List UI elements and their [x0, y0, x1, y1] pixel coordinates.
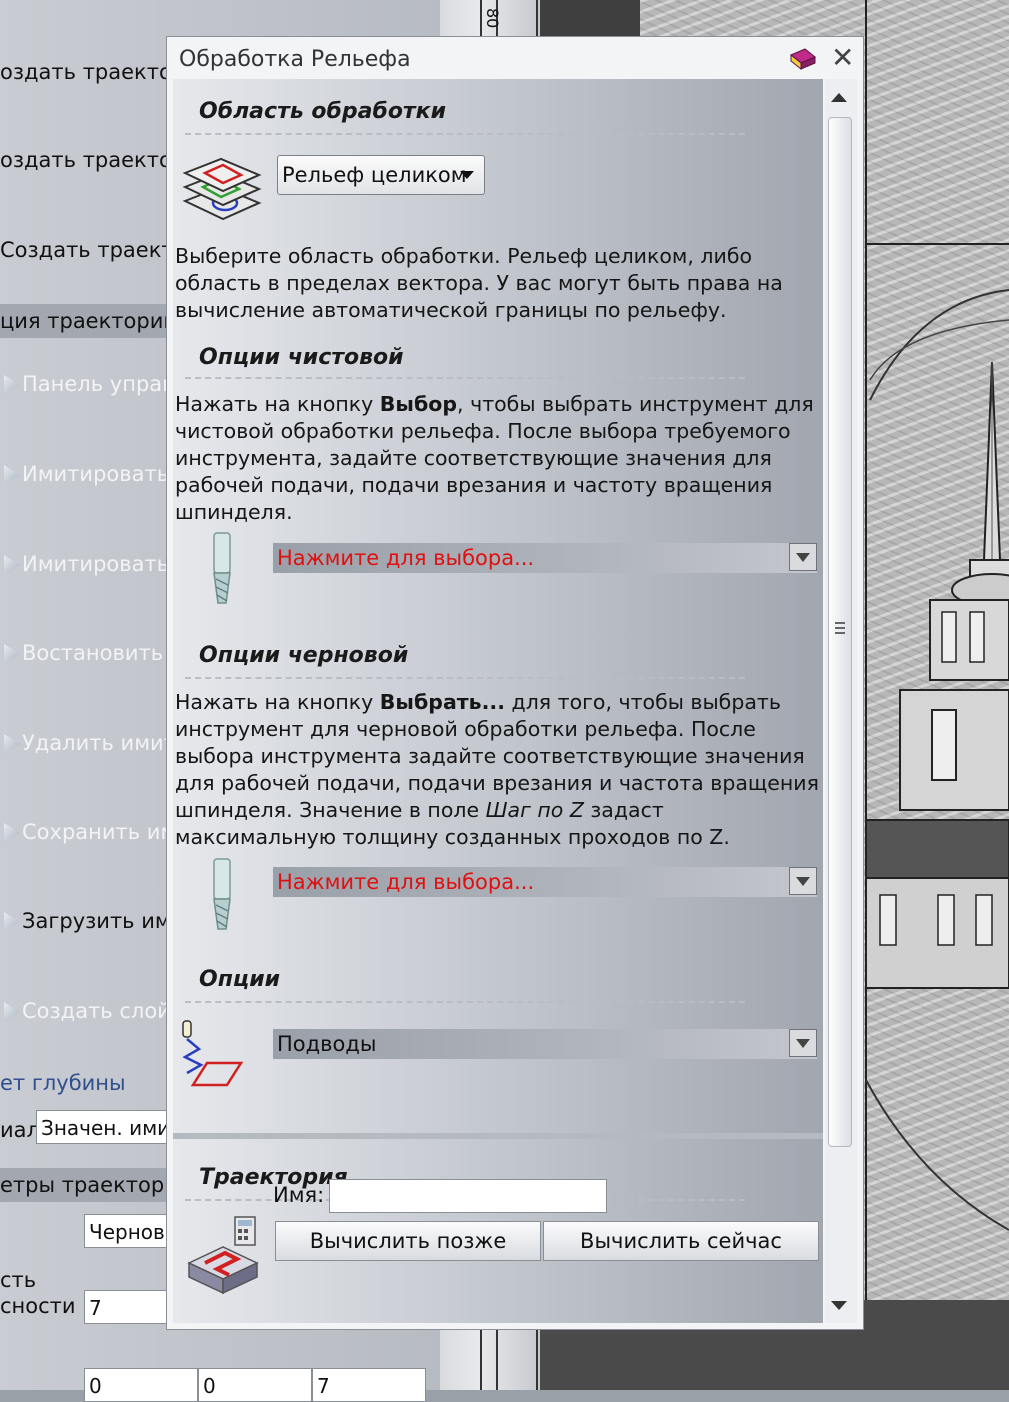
close-icon[interactable]: ✕	[831, 43, 854, 73]
layer-icon	[4, 1002, 20, 1022]
toolpath-name-field[interactable]: Чернова	[84, 1214, 170, 1248]
toolpath-params-header[interactable]: етры траектори	[0, 1168, 178, 1202]
rough-text: Нажать на кнопку	[175, 690, 380, 714]
create-toolpath-item-1[interactable]: оздать траекто	[0, 60, 172, 84]
simulate-toolpath-item[interactable]: Имитировать т	[4, 462, 188, 486]
ruler-label: 80	[483, 8, 502, 29]
finish-tool-select[interactable]: Нажмите для выбора...	[273, 543, 817, 573]
finish-description: Нажать на кнопку Выбор, чтобы выбрать ин…	[175, 391, 821, 526]
item-label: Имитировать т	[22, 462, 189, 486]
separator	[185, 1001, 745, 1003]
separator	[185, 377, 745, 379]
item-label: Создать слой	[22, 999, 171, 1023]
accuracy-field[interactable]: 7	[84, 1290, 170, 1324]
item-label: Востановить и	[22, 641, 184, 665]
chevron-down-icon	[460, 171, 474, 179]
area-select-value: Рельеф целиком	[282, 163, 467, 187]
simulate-icon	[4, 465, 20, 485]
restore-item[interactable]: Востановить и	[4, 641, 183, 665]
dialog-scrollbar[interactable]	[825, 79, 857, 1323]
coord-z-field[interactable]: 7	[312, 1368, 426, 1402]
item-label: Панель управл	[22, 372, 188, 396]
create-toolpath-item-3[interactable]: Создать траекто	[0, 238, 186, 262]
coord-x-field[interactable]: 0	[84, 1368, 198, 1402]
save-icon	[4, 823, 20, 843]
rough-tool-select[interactable]: Нажмите для выбора...	[273, 867, 817, 897]
endmill-tool-icon	[213, 532, 231, 604]
chevron-down-icon[interactable]	[789, 867, 817, 895]
area-layers-icon	[182, 157, 262, 221]
simulate-all-item[interactable]: Имитировать в	[4, 552, 188, 576]
separator	[185, 133, 745, 135]
leadin-ramp-icon	[182, 1020, 244, 1087]
load-simulation-item[interactable]: Загрузить ими	[4, 909, 184, 933]
endmill-tool-icon	[213, 858, 231, 930]
toolpath-name-input[interactable]	[329, 1179, 607, 1213]
panel-icon	[4, 375, 20, 395]
leadin-value: Подводы	[277, 1032, 377, 1056]
rough-section-title: Опции черновой	[199, 643, 409, 668]
depth-calc-link[interactable]: ет глубины	[0, 1071, 126, 1095]
item-label: Сохранить им	[22, 820, 177, 844]
toolpath-name-label: Имя:	[273, 1183, 325, 1207]
item-label: Удалить имит	[22, 731, 176, 755]
rough-bold: Выбрать...	[379, 690, 505, 714]
create-toolpath-item-2[interactable]: оздать траекто	[0, 148, 172, 172]
material-select[interactable]: Значен. имит	[36, 1110, 170, 1144]
section-divider	[173, 1133, 823, 1139]
dialog-content: Область обработки Рельеф целиком Выберит…	[173, 79, 823, 1323]
calculate-now-button[interactable]: Вычислить сейчас	[543, 1221, 819, 1261]
area-section-title: Область обработки	[199, 99, 447, 124]
toolpath-operations-header[interactable]: ция траектории	[0, 304, 177, 338]
delete-icon	[4, 734, 20, 754]
book-icon[interactable]	[789, 47, 817, 71]
create-layer-item[interactable]: Создать слой	[4, 999, 171, 1023]
accuracy-label-2: сности	[0, 1294, 76, 1318]
area-description: Выберите область обработки. Рельеф целик…	[175, 244, 783, 322]
item-label: Создать траекто	[0, 238, 187, 262]
rough-tool-prompt: Нажмите для выбора...	[277, 870, 535, 894]
toolpath-calc-icon	[187, 1216, 259, 1295]
separator	[185, 677, 745, 679]
finish-text: Нажать на кнопку	[175, 392, 380, 416]
scroll-up-icon[interactable]	[831, 93, 847, 102]
item-label: оздать траекто	[0, 148, 172, 172]
load-icon	[4, 912, 20, 932]
relief-machining-dialog: Обработка Рельефа ✕ Область обработки Ре…	[166, 36, 864, 1330]
chevron-down-icon[interactable]	[789, 1029, 817, 1057]
grip-icon	[835, 622, 845, 636]
dialog-title: Обработка Рельефа	[179, 47, 411, 72]
item-label: Имитировать в	[22, 552, 189, 576]
leadin-select[interactable]: Подводы	[273, 1029, 817, 1059]
accuracy-label-1: сть	[0, 1268, 37, 1292]
material-label: иал	[0, 1118, 40, 1142]
restore-icon	[4, 644, 20, 664]
calculate-later-button[interactable]: Вычислить позже	[275, 1221, 541, 1261]
header-label: ция траектории	[0, 309, 177, 333]
coord-y-field[interactable]: 0	[198, 1368, 312, 1402]
save-simulation-item[interactable]: Сохранить им	[4, 820, 176, 844]
scroll-down-icon[interactable]	[831, 1301, 847, 1310]
scroll-thumb[interactable]	[828, 117, 852, 1147]
item-label: Загрузить ими	[22, 909, 185, 933]
finish-bold: Выбор	[379, 392, 458, 416]
rough-italic: Шаг по Z	[485, 798, 584, 822]
control-panel-item[interactable]: Панель управл	[4, 372, 188, 396]
finish-tool-prompt: Нажмите для выбора...	[277, 546, 535, 570]
rough-description: Нажать на кнопку Выбрать... для того, чт…	[175, 689, 821, 851]
chevron-down-icon[interactable]	[789, 543, 817, 571]
item-label: оздать траекто	[0, 60, 172, 84]
finish-section-title: Опции чистовой	[199, 345, 404, 370]
area-select[interactable]: Рельеф целиком	[277, 155, 485, 195]
simulate-all-icon	[4, 555, 20, 575]
header-label: етры траектори	[0, 1173, 178, 1197]
options-section-title: Опции	[199, 967, 281, 992]
delete-simulation-item[interactable]: Удалить имит	[4, 731, 176, 755]
